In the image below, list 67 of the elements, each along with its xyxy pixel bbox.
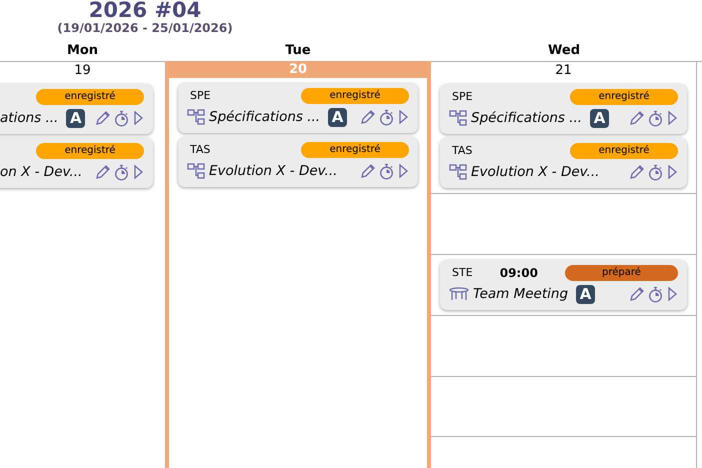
task-tree-icon — [449, 109, 467, 127]
status-pill: enregistré — [301, 142, 409, 158]
play-icon[interactable] — [666, 164, 678, 180]
event-title: Spécifications ... — [471, 108, 582, 128]
pencil-icon[interactable] — [95, 164, 111, 180]
status-pill: enregistré — [570, 89, 678, 105]
event-card[interactable]: SPE enregistré Spécifications ... A — [178, 83, 418, 133]
stopwatch-icon[interactable] — [114, 110, 129, 126]
play-icon[interactable] — [397, 109, 409, 125]
week-title: 2026 #04 — [88, 0, 202, 21]
stopwatch-icon[interactable] — [379, 162, 394, 180]
pencil-icon[interactable] — [360, 163, 376, 179]
event-code: SPE — [190, 88, 211, 104]
pencil-icon[interactable] — [629, 110, 645, 126]
task-tree-icon — [187, 162, 205, 180]
play-icon[interactable] — [132, 110, 144, 126]
assignee-badge[interactable]: A — [590, 108, 610, 128]
play-icon[interactable] — [666, 110, 678, 126]
event-card[interactable]: enregistré on X - Dev... — [0, 138, 153, 188]
play-icon[interactable] — [666, 286, 678, 302]
event-code: SPE — [452, 88, 473, 105]
event-title: Spécifications ... — [209, 108, 320, 127]
event-card[interactable]: TAS enregistré Evolution X - Dev... — [440, 138, 687, 188]
event-card[interactable]: enregistré ations ... A — [0, 84, 153, 134]
event-title: ations ... — [0, 108, 58, 128]
status-pill: enregistré — [36, 89, 144, 105]
day-name: Mon — [66, 43, 98, 58]
stopwatch-icon[interactable] — [648, 286, 663, 302]
stopwatch-icon[interactable] — [114, 164, 129, 180]
event-code: TAS — [452, 142, 472, 159]
stopwatch-icon[interactable] — [648, 164, 663, 180]
week-range: (19/01/2026 - 25/01/2026) — [56, 21, 234, 35]
task-tree-icon — [187, 108, 205, 126]
task-tree-icon — [449, 163, 467, 181]
status-pill: enregistré — [301, 88, 409, 104]
assignee-badge[interactable]: A — [328, 108, 348, 126]
assignee-badge[interactable]: A — [576, 284, 596, 304]
event-code: TAS — [190, 142, 210, 158]
status-pill: enregistré — [570, 143, 678, 159]
status-pill: préparé — [564, 265, 678, 281]
day-number[interactable]: 19 — [74, 60, 91, 80]
event-title: Team Meeting — [473, 284, 568, 304]
pencil-icon[interactable] — [95, 110, 111, 126]
status-pill: enregistré — [36, 143, 144, 159]
event-card[interactable]: STE 09:00 préparé Team Meeting A — [440, 260, 687, 310]
event-title: Evolution X - Dev... — [471, 162, 600, 182]
time-slot[interactable]: STE 09:00 préparé Team Meeting A — [431, 254, 696, 315]
stopwatch-icon[interactable] — [379, 108, 394, 126]
assignee-badge[interactable]: A — [66, 108, 86, 128]
event-card[interactable]: SPE enregistré Spécifications ... A — [440, 84, 687, 134]
stopwatch-icon[interactable] — [648, 110, 663, 126]
pencil-icon[interactable] — [629, 164, 645, 180]
day-number[interactable]: 21 — [555, 60, 572, 80]
event-card[interactable]: TAS enregistré Evolution X - Dev... — [178, 137, 418, 187]
selected-day-column[interactable]: 20 SPE enregistré Spécifications ... A TAS enregistré Evolution X - Dev... — [165, 61, 431, 468]
play-icon[interactable] — [397, 163, 409, 179]
event-title: on X - Dev... — [0, 162, 82, 182]
pencil-icon[interactable] — [629, 286, 645, 302]
table-icon — [449, 287, 469, 301]
time-slot[interactable] — [431, 376, 696, 437]
event-code: STE — [452, 264, 473, 281]
event-title: Evolution X - Dev... — [209, 162, 338, 181]
day-name: Wed — [548, 43, 580, 58]
pencil-icon[interactable] — [360, 109, 376, 125]
play-icon[interactable] — [132, 164, 144, 180]
day-name: Tue — [285, 43, 311, 58]
event-time: 09:00 — [500, 265, 538, 282]
